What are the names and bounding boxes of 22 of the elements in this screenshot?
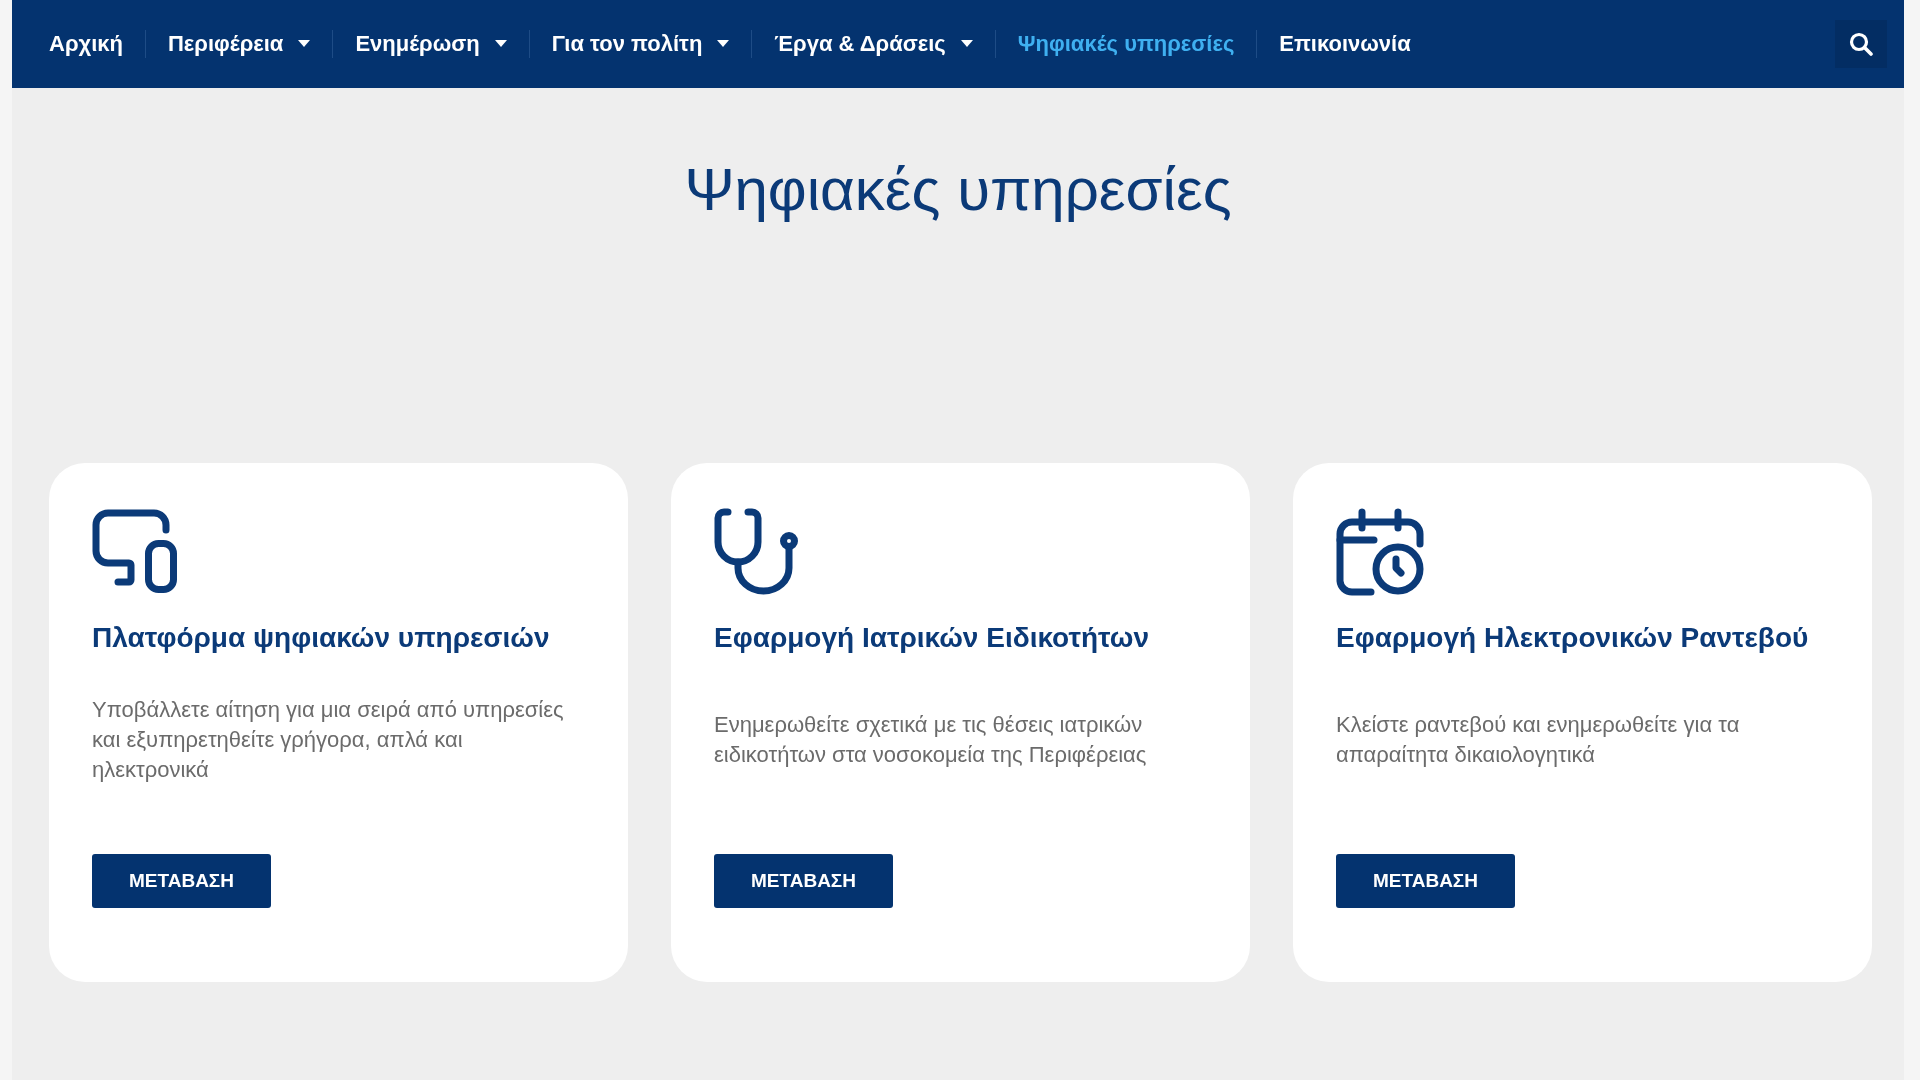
service-title: Εφαρμογή Ιατρικών Ειδικοτήτων: [714, 621, 1149, 655]
go-button[interactable]: ΜΕΤΑΒΑΣΗ: [92, 854, 271, 909]
nav-link[interactable]: Αρχική: [27, 30, 145, 58]
nav-link[interactable]: Ενημέρωση: [333, 30, 529, 58]
search-icon: [1849, 32, 1873, 56]
service-title: Εφαρμογή Ηλεκτρονικών Ραντεβού: [1336, 621, 1809, 655]
service-title: Πλατφόρμα ψηφιακών υπηρεσιών: [92, 621, 550, 655]
page-title: Ψηφιακές υπηρεσίες: [683, 155, 1233, 225]
nav-link[interactable]: Επικοινωνία: [1257, 30, 1433, 58]
service-description: Κλείστε ραντεβού και ενημερωθείτε για τα απαραίτητα δικαιολογητικά: [1336, 711, 1741, 770]
service-description: Ενημερωθείτε σχετικά με τις θέσεις ιατρικών ειδικοτήτων στα νοσοκομεία της Περιφέρειας: [714, 711, 1148, 770]
nav-link[interactable]: Έργα & Δράσεις: [752, 30, 995, 58]
go-button[interactable]: ΜΕΤΑΒΑΣΗ: [714, 854, 893, 909]
devices-icon: [92, 508, 180, 596]
calendar-clock-icon: [1336, 508, 1424, 596]
stethoscope-icon: [714, 508, 800, 596]
nav-link[interactable]: Περιφέρεια: [146, 30, 333, 58]
service-description: Υποβάλλετε αίτηση για μια σειρά από υπηρεσίες και εξυπηρετηθείτε γρήγορα, απλά και ηλεκτρονικά: [92, 696, 565, 785]
go-button[interactable]: ΜΕΤΑΒΑΣΗ: [1336, 854, 1515, 909]
nav-link[interactable]: Για τον πολίτη: [529, 30, 752, 58]
nav-link[interactable]: Ψηφιακές υπηρεσίες: [995, 30, 1257, 58]
search-button[interactable]: [1835, 20, 1887, 68]
